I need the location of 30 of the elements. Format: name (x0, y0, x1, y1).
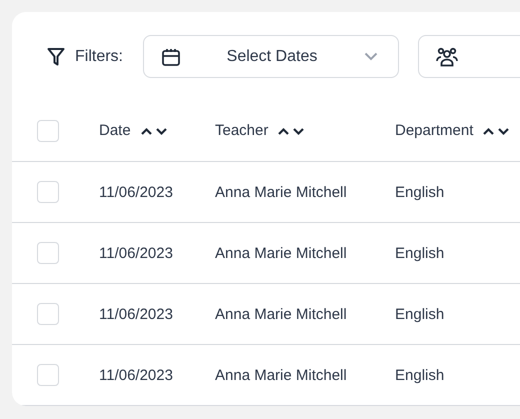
table-cell-text: English (395, 184, 446, 200)
table-cell-text: Anna Marie Mitchell (215, 366, 348, 384)
filters-label: Filters: (75, 48, 123, 66)
sort-icon[interactable] (140, 126, 168, 136)
people-icon (436, 46, 458, 66)
column-header[interactable]: Teacher (215, 122, 268, 139)
table-cell-text: 11/06/2023 (99, 366, 174, 384)
table-cell-text: English (395, 244, 446, 262)
table-cell-text: Anna Marie Mitchell (215, 184, 348, 200)
column-header[interactable]: Department (395, 122, 474, 139)
table-cell-text: Anna Marie Mitchell (215, 306, 348, 322)
table-cell-text: English (395, 366, 446, 384)
table-cell-text: 11/06/2023 (99, 306, 174, 322)
table-cell-text: Anna Marie Mitchell (215, 244, 348, 262)
group-dropdown[interactable] (418, 35, 520, 78)
checkbox[interactable] (37, 303, 59, 325)
table-cell-text: 11/06/2023 (99, 184, 174, 200)
filter-icon (47, 46, 65, 66)
date-dropdown[interactable]: Select Dates (143, 35, 399, 78)
checkbox[interactable] (37, 181, 59, 203)
checkbox[interactable] (37, 120, 59, 142)
sort-icon[interactable] (482, 126, 510, 136)
column-header[interactable]: Date (99, 122, 131, 139)
calendar-icon (162, 48, 180, 66)
table-cell-text: 11/06/2023 (99, 244, 174, 262)
chevron-down-icon (364, 52, 378, 61)
checkbox[interactable] (37, 242, 59, 264)
sort-icon[interactable] (277, 126, 306, 136)
table-cell-text: English (395, 306, 446, 322)
checkbox[interactable] (37, 364, 59, 386)
